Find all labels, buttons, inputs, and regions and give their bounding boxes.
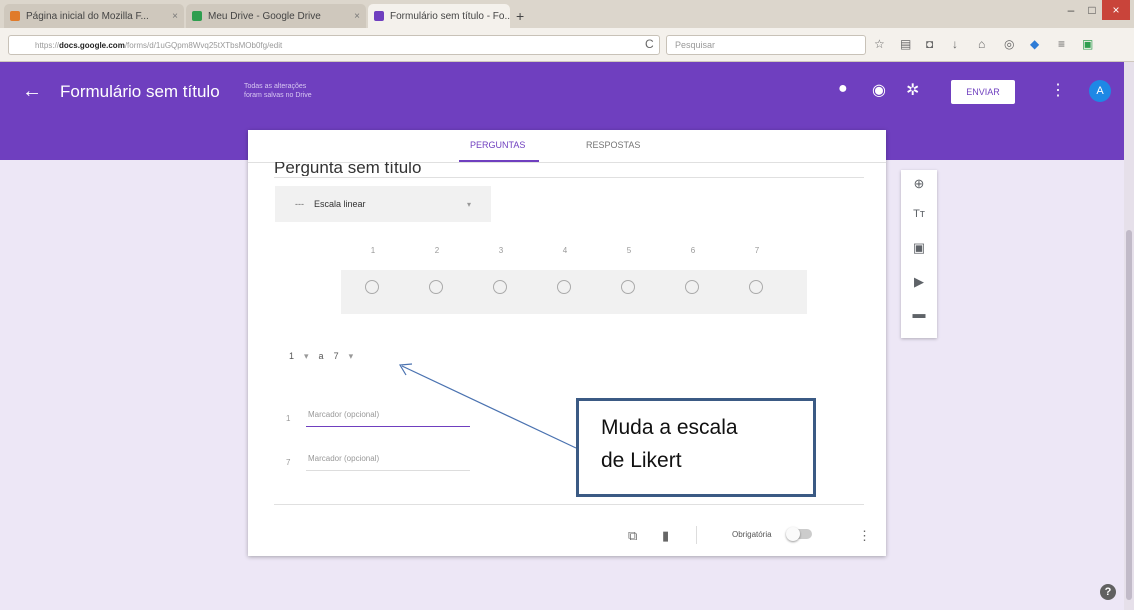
avatar[interactable]: A (1089, 80, 1111, 102)
scale-radio (621, 280, 635, 294)
add-title-icon[interactable]: Tт (901, 208, 937, 220)
firefox-icon (10, 11, 20, 21)
label-placeholder: Marcador (opcional) (308, 410, 380, 419)
browser-tab-mozilla[interactable]: Página inicial do Mozilla F... × (4, 4, 184, 28)
scrollbar-thumb[interactable] (1126, 230, 1132, 600)
url-domain: docs.google.com (59, 40, 125, 50)
new-tab-button[interactable]: + (516, 8, 524, 24)
scale-range-selector: 1 ▾ a 7 ▾ (289, 351, 363, 362)
add-item-toolbar: ⊕ Tт ▣ ▶ ▬ (901, 170, 937, 338)
chevron-down-icon: ▾ (304, 351, 309, 361)
annotation-callout: Muda a escala de Likert (576, 398, 816, 497)
add-question-icon[interactable]: ⊕ (901, 176, 937, 192)
add-image-icon[interactable]: ▣ (901, 240, 937, 256)
reload-icon[interactable]: C (645, 37, 654, 51)
scale-label: 1 (370, 246, 376, 255)
drive-icon (192, 11, 202, 21)
settings-gear-icon[interactable]: ✲ (906, 80, 919, 100)
scale-label: 2 (434, 246, 440, 255)
scale-label: 3 (498, 246, 504, 255)
scale-label: 7 (754, 246, 760, 255)
annotation-line: Muda a escala (601, 416, 738, 439)
add-section-icon[interactable]: ▬ (901, 306, 937, 321)
scale-label: 4 (562, 246, 568, 255)
label-min-input[interactable]: Marcador (opcional) (306, 406, 470, 427)
url-path: /forms/d/1uGQpm8Wvq25tXTbsMOb0fg/edit (124, 40, 283, 50)
preview-eye-icon[interactable]: ◉ (872, 80, 886, 100)
divider (274, 177, 864, 178)
duplicate-icon[interactable]: ⧉ (628, 528, 637, 544)
chevron-down-icon: ▾ (348, 351, 354, 361)
required-toggle[interactable] (786, 527, 812, 541)
linear-scale-icon: --- (295, 199, 304, 209)
question-type-label: Escala linear (314, 199, 366, 209)
form-tabs: PERGUNTAS RESPOSTAS (248, 130, 886, 163)
sidebar-toggle-icon[interactable]: ▣ (1082, 37, 1093, 51)
browser-tab-bar: Página inicial do Mozilla F... × Meu Dri… (0, 0, 1134, 28)
add-video-icon[interactable]: ▶ (901, 274, 937, 290)
help-icon[interactable]: ? (1100, 584, 1116, 600)
tab-responses[interactable]: RESPOSTAS (586, 140, 640, 150)
close-window-button[interactable]: × (1102, 0, 1130, 20)
scale-label: 6 (690, 246, 696, 255)
scale-label: 5 (626, 246, 632, 255)
close-tab-icon[interactable]: × (348, 11, 360, 22)
annotation-line: de Likert (601, 449, 682, 472)
active-tab-indicator (459, 160, 539, 162)
browser-tab-forms[interactable]: Formulário sem título - Fo... × (368, 4, 510, 28)
minimize-button[interactable]: – (1060, 0, 1082, 20)
label-index: 1 (286, 414, 291, 423)
label-max-input[interactable]: Marcador (opcional) (306, 450, 470, 471)
more-options-icon[interactable]: ⋮ (1050, 80, 1066, 100)
divider (696, 526, 697, 544)
tab-title: Formulário sem título - Fo... (390, 10, 510, 22)
scale-radio (429, 280, 443, 294)
library-icon[interactable]: ▤ (900, 37, 911, 51)
scale-radio-row (341, 270, 807, 314)
browser-nav-bar: https://docs.google.com/forms/d/1uGQpm8W… (0, 28, 1134, 62)
url-bar[interactable]: https://docs.google.com/forms/d/1uGQpm8W… (8, 35, 660, 55)
palette-icon[interactable]: ● (838, 80, 848, 98)
label-placeholder: Marcador (opcional) (308, 454, 380, 463)
download-icon[interactable]: ↓ (952, 37, 958, 51)
scale-radio (685, 280, 699, 294)
bookmark-star-icon[interactable]: ☆ (874, 37, 885, 51)
range-to-select[interactable]: 7 (334, 351, 339, 361)
home-icon[interactable]: ⌂ (978, 37, 985, 51)
chevron-down-icon: ▾ (466, 199, 471, 209)
required-label: Obrigatória (732, 530, 772, 539)
pocket-icon[interactable]: ◘ (926, 37, 933, 51)
save-status: Todas as alterações foram salvas no Driv… (244, 83, 312, 99)
question-title[interactable]: Pergunta sem título (274, 162, 421, 176)
trash-icon[interactable]: ▮ (662, 528, 669, 544)
range-separator: a (318, 351, 324, 361)
more-options-icon[interactable]: ⋮ (858, 528, 871, 544)
scale-radio (749, 280, 763, 294)
search-placeholder: Pesquisar (675, 40, 716, 50)
send-button[interactable]: ENVIAR (951, 80, 1015, 104)
forms-icon (374, 11, 384, 21)
tab-title: Meu Drive - Google Drive (208, 10, 321, 22)
range-from-select[interactable]: 1 (289, 351, 294, 361)
scale-radio (557, 280, 571, 294)
question-type-select[interactable]: --- Escala linear ▾ (275, 186, 491, 222)
scale-radio (365, 280, 379, 294)
sync-icon[interactable]: ◎ (1004, 37, 1014, 51)
maximize-button[interactable]: □ (1082, 0, 1102, 20)
menu-icon[interactable]: ≡ (1058, 37, 1065, 51)
tab-questions[interactable]: PERGUNTAS (470, 140, 525, 150)
tab-title: Página inicial do Mozilla F... (26, 10, 149, 22)
back-arrow-icon[interactable]: ← (22, 80, 42, 103)
divider (274, 504, 864, 505)
label-index: 7 (286, 458, 291, 467)
close-tab-icon[interactable]: × (166, 11, 178, 22)
browser-tab-drive[interactable]: Meu Drive - Google Drive × (186, 4, 366, 28)
form-title[interactable]: Formulário sem título (60, 82, 220, 102)
extension-icon[interactable]: ◆ (1030, 37, 1039, 51)
url-prefix: https:// (35, 40, 60, 50)
scale-radio (493, 280, 507, 294)
browser-search-input[interactable]: Pesquisar (666, 35, 866, 55)
